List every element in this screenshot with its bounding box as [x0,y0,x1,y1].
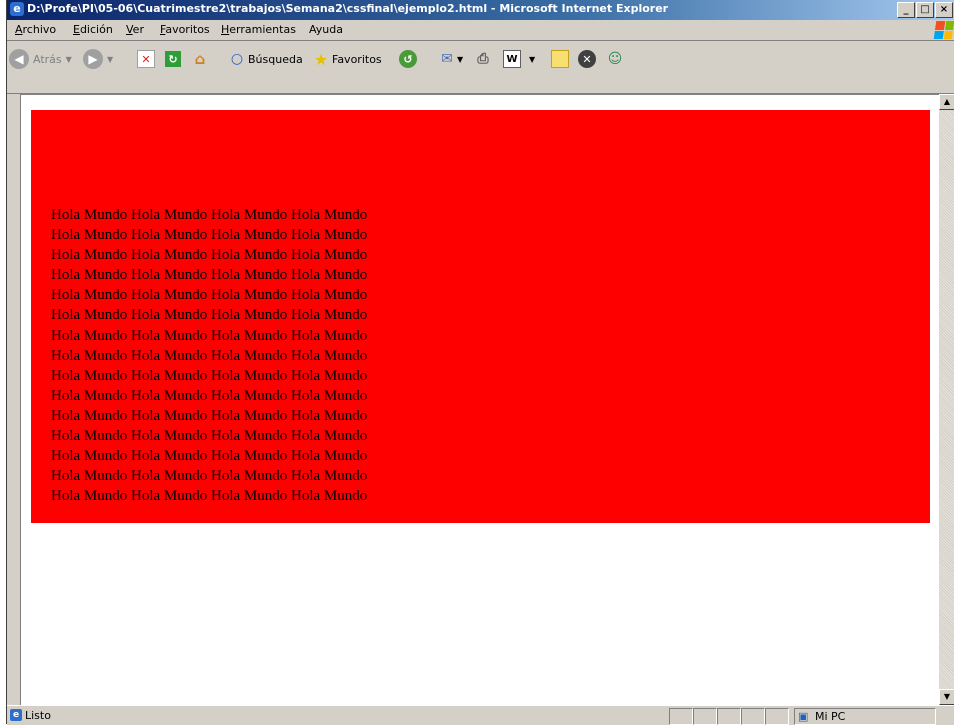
scroll-up-arrow-icon[interactable]: ▲ [939,94,954,110]
print-button[interactable]: ⎙ [475,49,491,69]
hola-mundo-line: Hola Mundo Hola Mundo Hola Mundo Hola Mu… [51,448,368,465]
word-icon: W [503,50,521,68]
forward-button[interactable]: ▶ ▼ [83,49,113,69]
menu-archivo[interactable]: Archivo [15,23,56,36]
status-pane [717,708,741,725]
page-content: Hola Mundo Hola Mundo Hola Mundo Hola Mu… [20,94,939,706]
note-icon [551,50,569,68]
research-button[interactable]: ✕ [578,49,596,69]
status-pane [669,708,693,725]
menu-ver-label: er [132,23,144,36]
menu-edicion-label: dición [79,23,113,36]
favorites-label: Favoritos [332,52,382,66]
zone-label: Mi PC [815,710,846,723]
back-label: Atrás [33,52,62,66]
block-icon: ✕ [578,50,596,68]
windows-logo-icon [933,21,954,39]
search-icon: ○ [230,51,244,67]
menu-ver[interactable]: Ver [126,23,144,36]
discuss-button[interactable] [551,49,569,69]
computer-icon: ▣ [798,710,809,723]
menu-favoritos[interactable]: Favoritos [160,23,210,36]
back-button[interactable]: ◀ Atrás ▼ [9,49,72,69]
history-button[interactable]: ↺ [399,49,417,69]
home-button[interactable]: ⌂ [192,49,208,69]
refresh-icon: ↻ [165,51,181,67]
forward-arrow-icon: ▶ [83,49,103,69]
hola-mundo-line: Hola Mundo Hola Mundo Hola Mundo Hola Mu… [51,347,368,364]
minimize-button[interactable]: _ [897,2,915,18]
hola-mundo-line: Hola Mundo Hola Mundo Hola Mundo Hola Mu… [51,207,368,223]
red-container: Hola Mundo Hola Mundo Hola Mundo Hola Mu… [31,110,930,523]
menu-herramientas[interactable]: Herramientas [221,23,296,36]
hola-mundo-line: Hola Mundo Hola Mundo Hola Mundo Hola Mu… [51,307,368,324]
messenger-icon: ☺ [607,51,623,67]
menu-ayuda-rest: uda [322,23,343,36]
forward-dropdown-icon: ▼ [107,54,114,64]
menu-archivo-accel: A [15,23,23,36]
window-title: D:\Profe\PI\05-06\Cuatrimestre2\trabajos… [27,2,669,15]
mail-icon: ✉ [441,51,453,67]
hola-mundo-line: Hola Mundo Hola Mundo Hola Mundo Hola Mu… [51,367,368,384]
status-text: Listo [25,709,51,722]
stop-icon: ✕ [137,50,155,68]
menu-herramientas-label: erramientas [229,23,296,36]
hola-mundo-line: Hola Mundo Hola Mundo Hola Mundo Hola Mu… [51,468,368,485]
search-label: Búsqueda [248,52,303,66]
ie-page-icon: e [10,709,22,721]
edit-dropdown-icon: ▼ [529,54,536,64]
favorites-star-icon: ★ [313,49,329,69]
hola-mundo-line: Hola Mundo Hola Mundo Hola Mundo Hola Mu… [51,428,368,445]
status-pane [741,708,765,725]
menu-bar: Archivo Edición Ver Favoritos Herramient… [7,20,954,41]
search-button[interactable]: ○ Búsqueda [229,49,303,69]
refresh-button[interactable]: ↻ [165,49,181,69]
print-icon: ⎙ [477,51,489,67]
status-pane [765,708,789,725]
mail-dropdown-icon: ▼ [457,54,464,64]
menu-favoritos-label: avoritos [165,23,210,36]
history-icon: ↺ [399,50,417,68]
hola-mundo-line: Hola Mundo Hola Mundo Hola Mundo Hola Mu… [51,247,368,264]
back-arrow-icon: ◀ [9,49,29,69]
edit-word-button[interactable]: W ▼ [503,49,535,69]
scroll-down-arrow-icon[interactable]: ▼ [939,689,954,705]
status-pane [693,708,717,725]
menu-edicion[interactable]: Edición [73,23,113,36]
hola-mundo-line: Hola Mundo Hola Mundo Hola Mundo Hola Mu… [51,227,368,244]
hola-mundo-line: Hola Mundo Hola Mundo Hola Mundo Hola Mu… [51,267,368,284]
menu-ver-accel: V [126,23,133,36]
browser-window: e D:\Profe\PI\05-06\Cuatrimestre2\trabaj… [6,0,954,725]
hola-mundo-line: Hola Mundo Hola Mundo Hola Mundo Hola Mu… [51,488,368,505]
security-zone: ▣ Mi PC [794,708,936,725]
maximize-button[interactable]: □ [916,2,934,18]
back-dropdown-icon: ▼ [65,54,72,64]
favorites-button[interactable]: ★ Favoritos [313,49,382,69]
messenger-button[interactable]: ☺ [607,49,623,69]
home-icon: ⌂ [194,50,206,68]
hello-world-text: Hola Mundo Hola Mundo Hola Mundo Hola Mu… [51,205,451,506]
menu-ayuda[interactable]: Ayuda [309,23,343,36]
hola-mundo-line: Hola Mundo Hola Mundo Hola Mundo Hola Mu… [51,287,368,304]
standard-toolbar: ◀ Atrás ▼ ▶ ▼ ✕ ↻ ⌂ ○ Búsqueda ★ Favorit… [7,41,954,94]
hola-mundo-line: Hola Mundo Hola Mundo Hola Mundo Hola Mu… [51,387,368,404]
status-bar: e Listo ▣ Mi PC [7,705,954,725]
stop-button[interactable]: ✕ [137,49,155,69]
menu-archivo-label: rchivo [22,23,57,36]
hola-mundo-line: Hola Mundo Hola Mundo Hola Mundo Hola Mu… [51,407,368,424]
close-button[interactable]: × [935,2,953,18]
hola-mundo-line: Hola Mundo Hola Mundo Hola Mundo Hola Mu… [51,327,368,344]
menu-edicion-accel: E [73,23,80,36]
mail-button[interactable]: ✉ ▼ [439,49,463,69]
vertical-scrollbar[interactable]: ▲ ▼ [939,94,954,705]
title-bar[interactable]: e D:\Profe\PI\05-06\Cuatrimestre2\trabaj… [7,0,954,20]
menu-ayuda-first: Ay [309,23,323,36]
ie-logo-icon: e [10,2,24,16]
